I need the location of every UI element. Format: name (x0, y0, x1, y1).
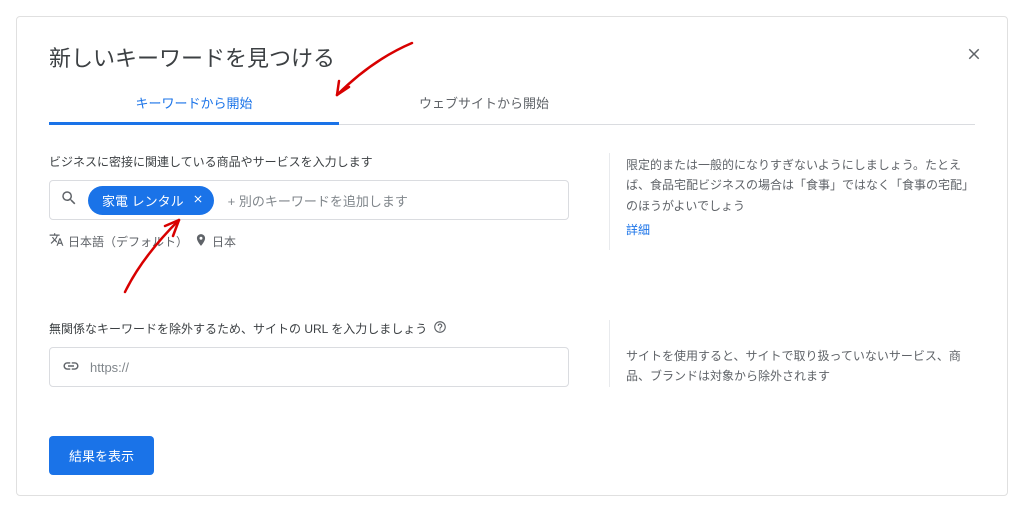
location-icon (194, 233, 208, 250)
keyword-planner-modal: 新しいキーワードを見つける キーワードから開始 ウェブサイトから開始 ビジネスに… (16, 16, 1008, 496)
help-icon[interactable] (433, 320, 447, 337)
tabs: キーワードから開始 ウェブサイトから開始 (49, 81, 975, 125)
tip2-text: サイトを使用すると、サイトで取り扱っていないサービス、商品、ブランドは対象から除… (626, 346, 975, 387)
tab-keyword[interactable]: キーワードから開始 (49, 81, 339, 124)
keyword-tip: 限定的または一般的になりすぎないようにしましょう。たとえば、食品宅配ビジネスの場… (609, 153, 975, 250)
keyword-chip[interactable]: 家電 レンタル (88, 186, 214, 215)
tip1-detail-link[interactable]: 詳細 (626, 220, 650, 240)
search-icon (60, 189, 78, 212)
url-tip: サイトを使用すると、サイトで取り扱っていないサービス、商品、ブランドは対象から除… (609, 320, 975, 387)
modal-title: 新しいキーワードを見つける (49, 41, 975, 73)
keyword-section-label: ビジネスに密接に関連している商品やサービスを入力します (49, 153, 569, 170)
add-keyword-placeholder: + 別のキーワードを追加します (228, 191, 408, 210)
location-selector[interactable]: 日本 (194, 233, 236, 250)
close-icon[interactable] (965, 45, 983, 67)
language-value: 日本語（デフォルト） (68, 233, 188, 250)
keyword-row: ビジネスに密接に関連している商品やサービスを入力します 家電 レンタル + 別の… (49, 153, 975, 250)
tab-website[interactable]: ウェブサイトから開始 (339, 81, 629, 124)
language-selector[interactable]: 日本語（デフォルト） (49, 232, 188, 250)
url-placeholder: https:// (90, 360, 129, 375)
keyword-left: ビジネスに密接に関連している商品やサービスを入力します 家電 レンタル + 別の… (49, 153, 569, 250)
location-value: 日本 (212, 233, 236, 250)
language-location-row: 日本語（デフォルト） 日本 (49, 232, 569, 250)
tip1-text: 限定的または一般的になりすぎないようにしましょう。たとえば、食品宅配ビジネスの場… (626, 155, 975, 216)
url-row: 無関係なキーワードを除外するため、サイトの URL を入力しましょう https… (49, 320, 975, 387)
language-icon (49, 232, 64, 250)
link-icon (62, 357, 80, 378)
url-section-label: 無関係なキーワードを除外するため、サイトの URL を入力しましょう (49, 320, 427, 337)
url-input[interactable]: https:// (49, 347, 569, 387)
url-left: 無関係なキーワードを除外するため、サイトの URL を入力しましょう https… (49, 320, 569, 387)
chip-remove-icon[interactable] (192, 193, 204, 207)
chip-text: 家電 レンタル (102, 191, 184, 210)
show-results-button[interactable]: 結果を表示 (49, 436, 154, 475)
keyword-input-container[interactable]: 家電 レンタル + 別のキーワードを追加します (49, 180, 569, 220)
